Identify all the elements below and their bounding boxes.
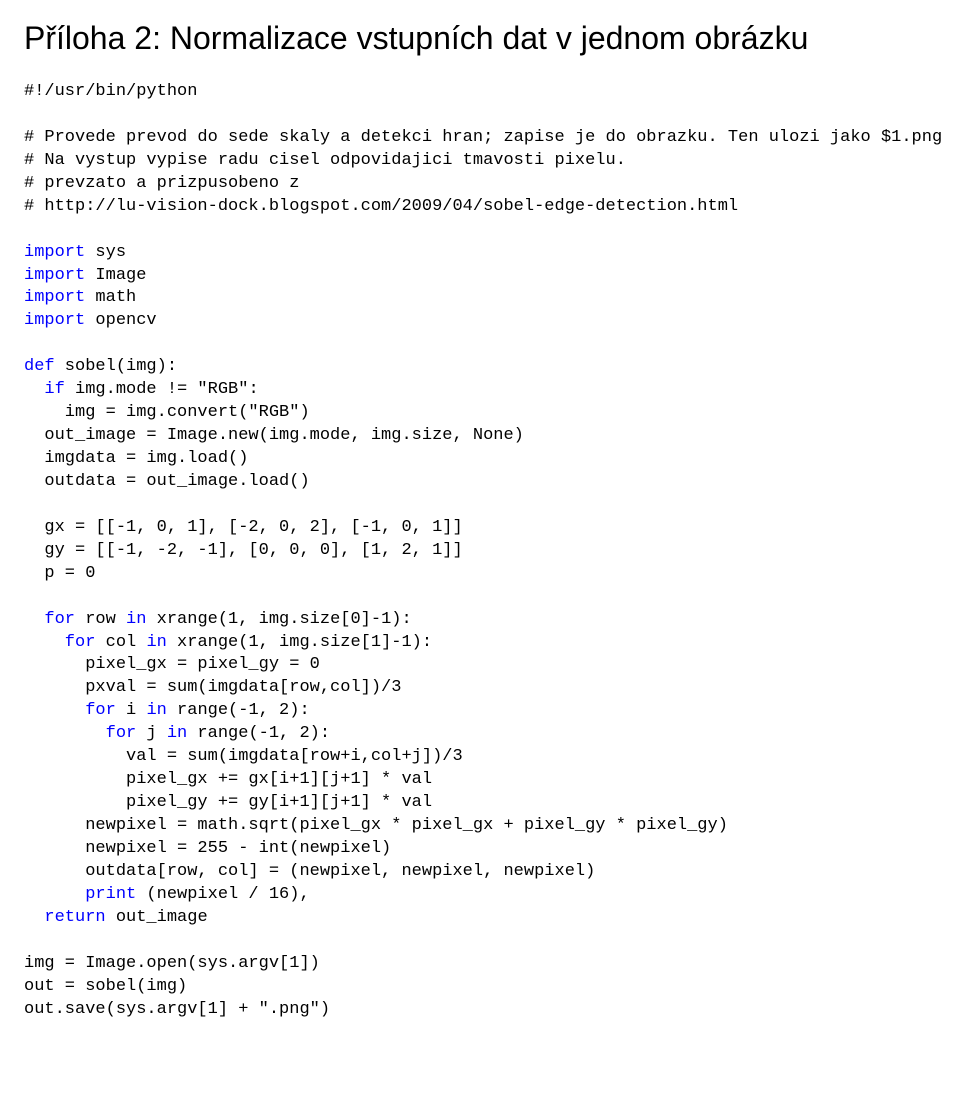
code-line: imgdata = img.load() — [24, 449, 248, 468]
code-line: newpixel = 255 - int(newpixel) — [24, 839, 391, 858]
code-line: out = sobel(img) — [24, 977, 187, 996]
code-line: pixel_gx = pixel_gy = 0 — [24, 655, 320, 674]
code-line: out_image = Image.new(img.mode, img.size… — [24, 426, 524, 445]
code-text: out_image — [106, 908, 208, 927]
code-text: math — [85, 288, 136, 307]
code-text: xrange(1, img.size[0]-1): — [146, 610, 411, 629]
keyword: for — [24, 724, 136, 743]
keyword: in — [126, 610, 146, 629]
keyword: print — [24, 885, 136, 904]
code-text: range(-1, 2): — [187, 724, 330, 743]
page-title: Příloha 2: Normalizace vstupních dat v j… — [24, 20, 936, 57]
keyword: in — [167, 724, 187, 743]
keyword: import — [24, 311, 85, 330]
code-line: val = sum(imgdata[row+i,col+j])/3 — [24, 747, 463, 766]
code-line: gx = [[-1, 0, 1], [-2, 0, 2], [-1, 0, 1]… — [24, 518, 463, 537]
keyword: if — [24, 380, 65, 399]
keyword: import — [24, 288, 85, 307]
code-text: img.mode != "RGB": — [65, 380, 259, 399]
code-text: range(-1, 2): — [167, 701, 310, 720]
code-line: pixel_gx += gx[i+1][j+1] * val — [24, 770, 432, 789]
code-text: xrange(1, img.size[1]-1): — [167, 633, 432, 652]
code-text: i — [116, 701, 147, 720]
keyword: for — [24, 610, 75, 629]
code-text: Image — [85, 266, 146, 285]
code-line: # Na vystup vypise radu cisel odpovidaji… — [24, 151, 626, 170]
code-line: outdata = out_image.load() — [24, 472, 310, 491]
code-line: pxval = sum(imgdata[row,col])/3 — [24, 678, 401, 697]
code-text: opencv — [85, 311, 156, 330]
code-line: outdata[row, col] = (newpixel, newpixel,… — [24, 862, 595, 881]
code-text: j — [136, 724, 167, 743]
keyword: def — [24, 357, 55, 376]
code-line: p = 0 — [24, 564, 95, 583]
code-block: #!/usr/bin/python # Provede prevod do se… — [24, 81, 936, 1021]
keyword: in — [146, 633, 166, 652]
code-line: # prevzato a prizpusobeno z — [24, 174, 299, 193]
code-line: newpixel = math.sqrt(pixel_gx * pixel_gx… — [24, 816, 728, 835]
keyword: import — [24, 266, 85, 285]
keyword: in — [146, 701, 166, 720]
code-line: #!/usr/bin/python — [24, 82, 197, 101]
keyword: for — [24, 701, 116, 720]
code-text: sys — [85, 243, 126, 262]
keyword: return — [24, 908, 106, 927]
code-text: row — [75, 610, 126, 629]
code-text: (newpixel / 16), — [136, 885, 309, 904]
code-line: out.save(sys.argv[1] + ".png") — [24, 1000, 330, 1019]
keyword: import — [24, 243, 85, 262]
code-text: col — [95, 633, 146, 652]
code-line: img = Image.open(sys.argv[1]) — [24, 954, 320, 973]
code-line: gy = [[-1, -2, -1], [0, 0, 0], [1, 2, 1]… — [24, 541, 463, 560]
code-line: img = img.convert("RGB") — [24, 403, 310, 422]
code-text: sobel(img): — [55, 357, 177, 376]
keyword: for — [24, 633, 95, 652]
code-line: # Provede prevod do sede skaly a detekci… — [24, 128, 942, 147]
code-line: # http://lu-vision-dock.blogspot.com/200… — [24, 197, 738, 216]
code-line: pixel_gy += gy[i+1][j+1] * val — [24, 793, 432, 812]
